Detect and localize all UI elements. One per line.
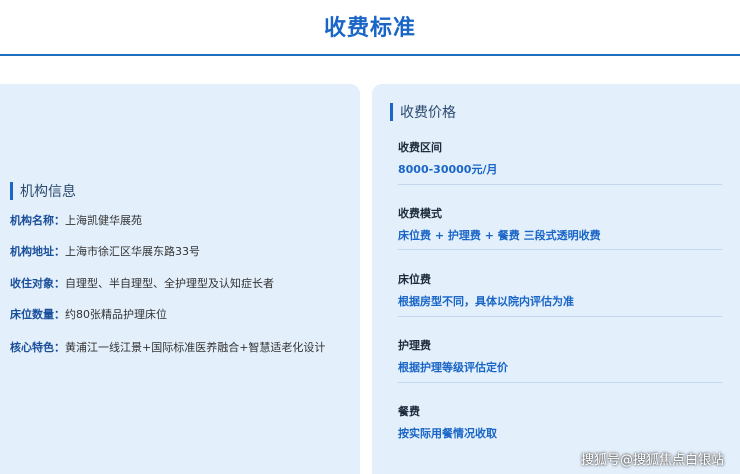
info-value: 上海凯健华展苑 xyxy=(65,214,142,227)
institution-section-title: 机构信息 xyxy=(10,181,76,201)
fee-label: 收费区间 xyxy=(398,141,442,154)
fee-section-title: 收费价格 xyxy=(390,102,456,122)
info-value: 自理型、半自理型、全护理型及认知症长者 xyxy=(65,277,274,290)
fee-item-meal: 餐费 按实际用餐情况收取 xyxy=(398,404,722,444)
fee-item-bed: 床位费 根据房型不同，具体以院内评估为准 xyxy=(398,272,722,317)
info-key: 核心特色： xyxy=(10,341,65,354)
info-row-features: 核心特色：黄浦江一线江景+国际标准医养融合+智慧适老化设计 xyxy=(10,337,340,359)
section-accent-bar xyxy=(10,182,13,200)
fee-label: 收费模式 xyxy=(398,207,442,220)
fee-label: 护理费 xyxy=(398,339,431,352)
info-key: 床位数量： xyxy=(10,308,65,321)
fee-section-title-text: 收费价格 xyxy=(400,105,456,121)
fee-value: 按实际用餐情况收取 xyxy=(398,427,497,440)
institution-section-title-text: 机构信息 xyxy=(20,184,76,200)
info-key: 收住对象： xyxy=(10,277,65,290)
info-row-address: 机构地址：上海市徐汇区华展东路33号 xyxy=(10,241,340,263)
info-value: 黄浦江一线江景+国际标准医养融合+智慧适老化设计 xyxy=(65,341,326,354)
fee-label: 床位费 xyxy=(398,273,431,286)
section-accent-bar xyxy=(390,103,393,121)
fee-item-model: 收费模式 床位费 + 护理费 + 餐费 三段式透明收费 xyxy=(398,206,722,250)
info-row-residents: 收住对象：自理型、半自理型、全护理型及认知症长者 xyxy=(10,273,340,295)
info-value: 上海市徐汇区华展东路33号 xyxy=(65,245,200,258)
info-key: 机构名称： xyxy=(10,214,65,227)
info-row-name: 机构名称：上海凯健华展苑 xyxy=(10,210,340,232)
fee-value: 根据护理等级评估定价 xyxy=(398,361,508,374)
info-value: 约80张精品护理床位 xyxy=(65,308,167,321)
fee-value: 床位费 + 护理费 + 餐费 三段式透明收费 xyxy=(398,229,601,242)
fee-label: 餐费 xyxy=(398,405,420,418)
fee-item-nursing: 护理费 根据护理等级评估定价 xyxy=(398,338,722,383)
page-title: 收费标准 xyxy=(323,16,416,41)
fee-value: 8000-30000元/月 xyxy=(398,163,498,176)
info-row-beds: 床位数量：约80张精品护理床位 xyxy=(10,304,340,326)
fee-value: 根据房型不同，具体以院内评估为准 xyxy=(398,295,574,308)
page-header: 收费标准 xyxy=(0,0,740,56)
fee-item-range: 收费区间 8000-30000元/月 xyxy=(398,140,722,185)
info-key: 机构地址： xyxy=(10,245,65,258)
watermark: 搜狐号@搜狐焦点白银站 xyxy=(580,453,724,468)
